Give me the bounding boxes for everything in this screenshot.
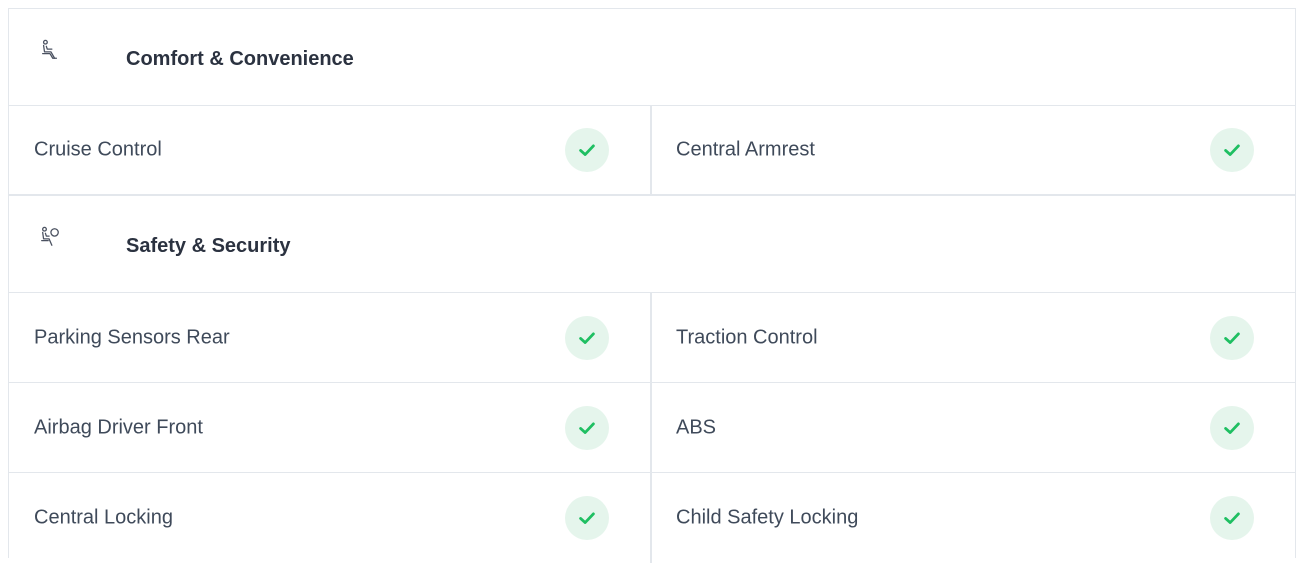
check-icon xyxy=(1210,405,1254,450)
seat-icon xyxy=(39,39,61,61)
check-icon xyxy=(1210,315,1254,360)
feature-row: Cruise Control Central Armrest xyxy=(9,106,1295,196)
airbag-icon xyxy=(39,226,61,248)
feature-row: Airbag Driver Front ABS xyxy=(9,383,1295,473)
feature-cell: Airbag Driver Front xyxy=(9,383,652,472)
feature-cell: Central Armrest xyxy=(652,106,1295,194)
feature-cell: Traction Control xyxy=(652,293,1295,382)
section-header-safety: Safety & Security xyxy=(9,196,1295,293)
feature-label: Child Safety Locking xyxy=(676,506,859,529)
feature-cell: Cruise Control xyxy=(9,106,652,194)
features-panel: Comfort & Convenience Cruise Control Cen… xyxy=(8,8,1296,563)
section-header-comfort: Comfort & Convenience xyxy=(9,9,1295,106)
feature-row: Parking Sensors Rear Traction Control xyxy=(9,293,1295,383)
feature-row: Central Locking Child Safety Locking xyxy=(9,473,1295,563)
check-icon xyxy=(565,405,609,450)
section-title: Comfort & Convenience xyxy=(126,48,354,70)
check-icon xyxy=(565,128,609,172)
feature-label: Parking Sensors Rear xyxy=(34,326,230,348)
check-icon xyxy=(565,315,609,360)
feature-label: ABS xyxy=(676,416,717,438)
feature-cell: ABS xyxy=(652,383,1295,472)
check-icon xyxy=(1210,496,1254,540)
check-icon xyxy=(565,496,609,540)
feature-label: Central Locking xyxy=(34,506,173,529)
feature-label: Central Armrest xyxy=(676,138,815,161)
feature-label: Traction Control xyxy=(676,326,818,348)
feature-label: Cruise Control xyxy=(34,138,162,161)
feature-cell: Child Safety Locking xyxy=(652,473,1295,563)
feature-cell: Parking Sensors Rear xyxy=(9,293,652,382)
check-icon xyxy=(1210,128,1254,172)
section-title: Safety & Security xyxy=(126,235,291,257)
feature-cell: Central Locking xyxy=(9,473,652,563)
feature-label: Airbag Driver Front xyxy=(34,416,203,438)
